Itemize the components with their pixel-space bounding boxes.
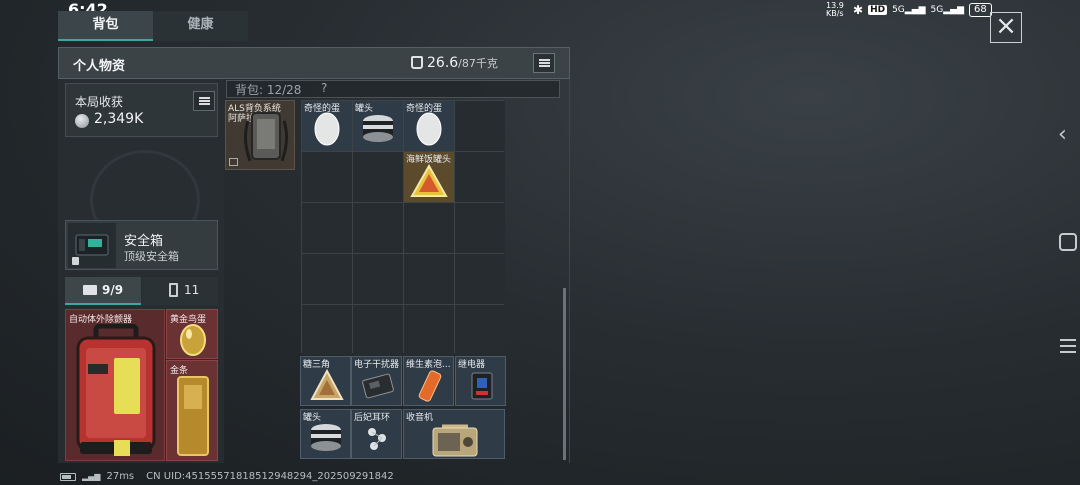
unequip-icon [229, 158, 238, 166]
grid-cell-empty[interactable] [404, 305, 454, 355]
weight-current: 26.6 [427, 55, 459, 71]
radio-image [432, 424, 478, 457]
panel-title: 个人物资 [73, 59, 126, 74]
weight-max: /87千克 [458, 57, 498, 70]
item-jammer[interactable]: 电子干扰器 [351, 356, 402, 406]
egg-image [416, 112, 442, 146]
vitamin-image [418, 370, 442, 402]
ammo-count: 11 [184, 283, 200, 297]
gold-egg-image [180, 324, 206, 356]
panel-header: 个人物资 26.6 /87千克 [58, 47, 570, 79]
earring-image [368, 428, 386, 450]
item-radio[interactable]: 收音机 [403, 409, 505, 459]
backpack-grid: 奇怪的蛋 罐头 奇怪的蛋 海鲜饭罐头 [301, 100, 505, 355]
item-label: 电子干扰器 [354, 360, 400, 370]
toolbox-icon [83, 285, 97, 295]
ammo-box-icon [169, 283, 178, 297]
grid-item-strange-egg[interactable]: 奇怪的蛋 [302, 101, 352, 151]
net-speed: 13.9 KB/s [826, 1, 844, 18]
item-label: 收音机 [406, 413, 434, 423]
tab-backpack[interactable]: 背包 [58, 11, 153, 41]
item-can-2[interactable]: 罐头 [300, 409, 351, 459]
jammer-image [362, 373, 394, 399]
list-icon [539, 59, 550, 67]
grid-cell-empty[interactable] [353, 203, 403, 253]
case-tabs: 9/9 11 [65, 277, 218, 305]
gold-bar-image [177, 376, 209, 456]
hd-badge: HD [868, 5, 888, 15]
egg-image [314, 112, 340, 146]
uid-text: CN UID:4515557181851294829​4_20250929184… [146, 471, 394, 482]
grid-cell-empty[interactable] [455, 152, 505, 202]
weight-icon [411, 56, 423, 69]
signal-icon: 5G▂▄▆ [892, 5, 926, 15]
scrollbar[interactable] [563, 288, 566, 460]
grid-cell-empty[interactable] [455, 254, 505, 304]
close-icon: × [995, 11, 1017, 41]
can-image [311, 424, 341, 451]
grid-item-seafood-can[interactable]: 海鲜饭罐头 [404, 152, 454, 202]
grid-cell-empty[interactable] [353, 152, 403, 202]
grid-cell-empty[interactable] [455, 101, 505, 151]
coin-icon [75, 114, 89, 128]
safebox-subtitle: 顶级安全箱 [124, 250, 179, 263]
grid-cell-empty[interactable] [302, 203, 352, 253]
item-als-backpack[interactable]: ALS背负系统 阿萨拉 [225, 100, 295, 170]
back-chevron-icon[interactable]: ‹ [1058, 122, 1067, 147]
can-image [363, 115, 393, 142]
grid-cell-empty[interactable] [302, 305, 352, 355]
grid-item-can[interactable]: 罐头 [353, 101, 403, 151]
relay-image [471, 372, 493, 400]
triangle-image [310, 369, 344, 400]
grid-cell-empty[interactable] [353, 254, 403, 304]
battery-icon [60, 472, 76, 481]
grid-cell-empty[interactable] [404, 254, 454, 304]
aed-image [76, 324, 156, 456]
grid-cell-empty[interactable] [353, 305, 403, 355]
recent-apps-icon[interactable] [1060, 339, 1076, 353]
signal-icon-2: 5G▂▄▆ [930, 5, 965, 15]
grid-cell-empty[interactable] [455, 305, 505, 355]
backpack-header: 背包: 12/28 ? [226, 80, 560, 98]
weight-indicator: 26.6 /87千克 [411, 54, 498, 71]
home-square-icon[interactable] [1059, 233, 1077, 251]
close-button[interactable]: × [990, 12, 1022, 43]
grid-item-strange-egg[interactable]: 奇怪的蛋 [404, 101, 454, 151]
battery-icon: 68 [969, 3, 992, 17]
item-gold-egg[interactable]: 黄金鸟蛋 [166, 309, 218, 359]
footer: ▂▄▆ 27ms CN UID:4515557181851294829​4_20… [60, 471, 394, 482]
tab-health[interactable]: 健康 [153, 11, 248, 41]
panel-divider [569, 79, 570, 463]
grid-cell-empty[interactable] [302, 254, 352, 304]
item-earring[interactable]: 后妃耳环 [351, 409, 402, 459]
seafood-can-image [410, 164, 448, 197]
item-sugar-triangle[interactable]: 糖三角 [300, 356, 351, 406]
harvest-panel: 本局收获 2,349K [65, 83, 218, 137]
status-indicators: 13.9 KB/s ✱ HD 5G▂▄▆ 5G▂▄▆ 68 [826, 2, 992, 18]
backpack-capacity: 背包: 12/28 [235, 83, 302, 97]
grid-cell-empty[interactable] [455, 203, 505, 253]
safebox-icon [68, 223, 116, 268]
item-relay[interactable]: 继电器 [455, 356, 506, 406]
grid-cell-empty[interactable] [404, 203, 454, 253]
grid-cell-empty[interactable] [302, 152, 352, 202]
harvest-value: 2,349K [94, 111, 144, 127]
backpack-image [243, 112, 289, 162]
safebox-slot[interactable]: 安全箱 顶级安全箱 [65, 220, 218, 270]
safebox-title: 安全箱 [124, 234, 164, 249]
ping-value: 27ms [106, 471, 135, 482]
item-aed[interactable]: 自动体外除颤器 [65, 309, 165, 461]
tab-ammo[interactable]: 11 [142, 277, 218, 305]
signal-icon: ▂▄▆ [82, 472, 101, 481]
item-vitamin[interactable]: 维生素泡... [403, 356, 454, 406]
panel-menu-button[interactable] [533, 53, 555, 73]
item-gold-bar[interactable]: 金条 [166, 360, 218, 461]
harvest-label: 本局收获 [75, 95, 124, 109]
harvest-menu-button[interactable] [193, 91, 215, 111]
list-icon [199, 97, 210, 105]
help-icon[interactable]: ? [321, 81, 327, 95]
tab-kit[interactable]: 9/9 [65, 277, 141, 305]
bluetooth-icon: ✱ [853, 3, 864, 17]
kit-count: 9/9 [102, 283, 124, 297]
